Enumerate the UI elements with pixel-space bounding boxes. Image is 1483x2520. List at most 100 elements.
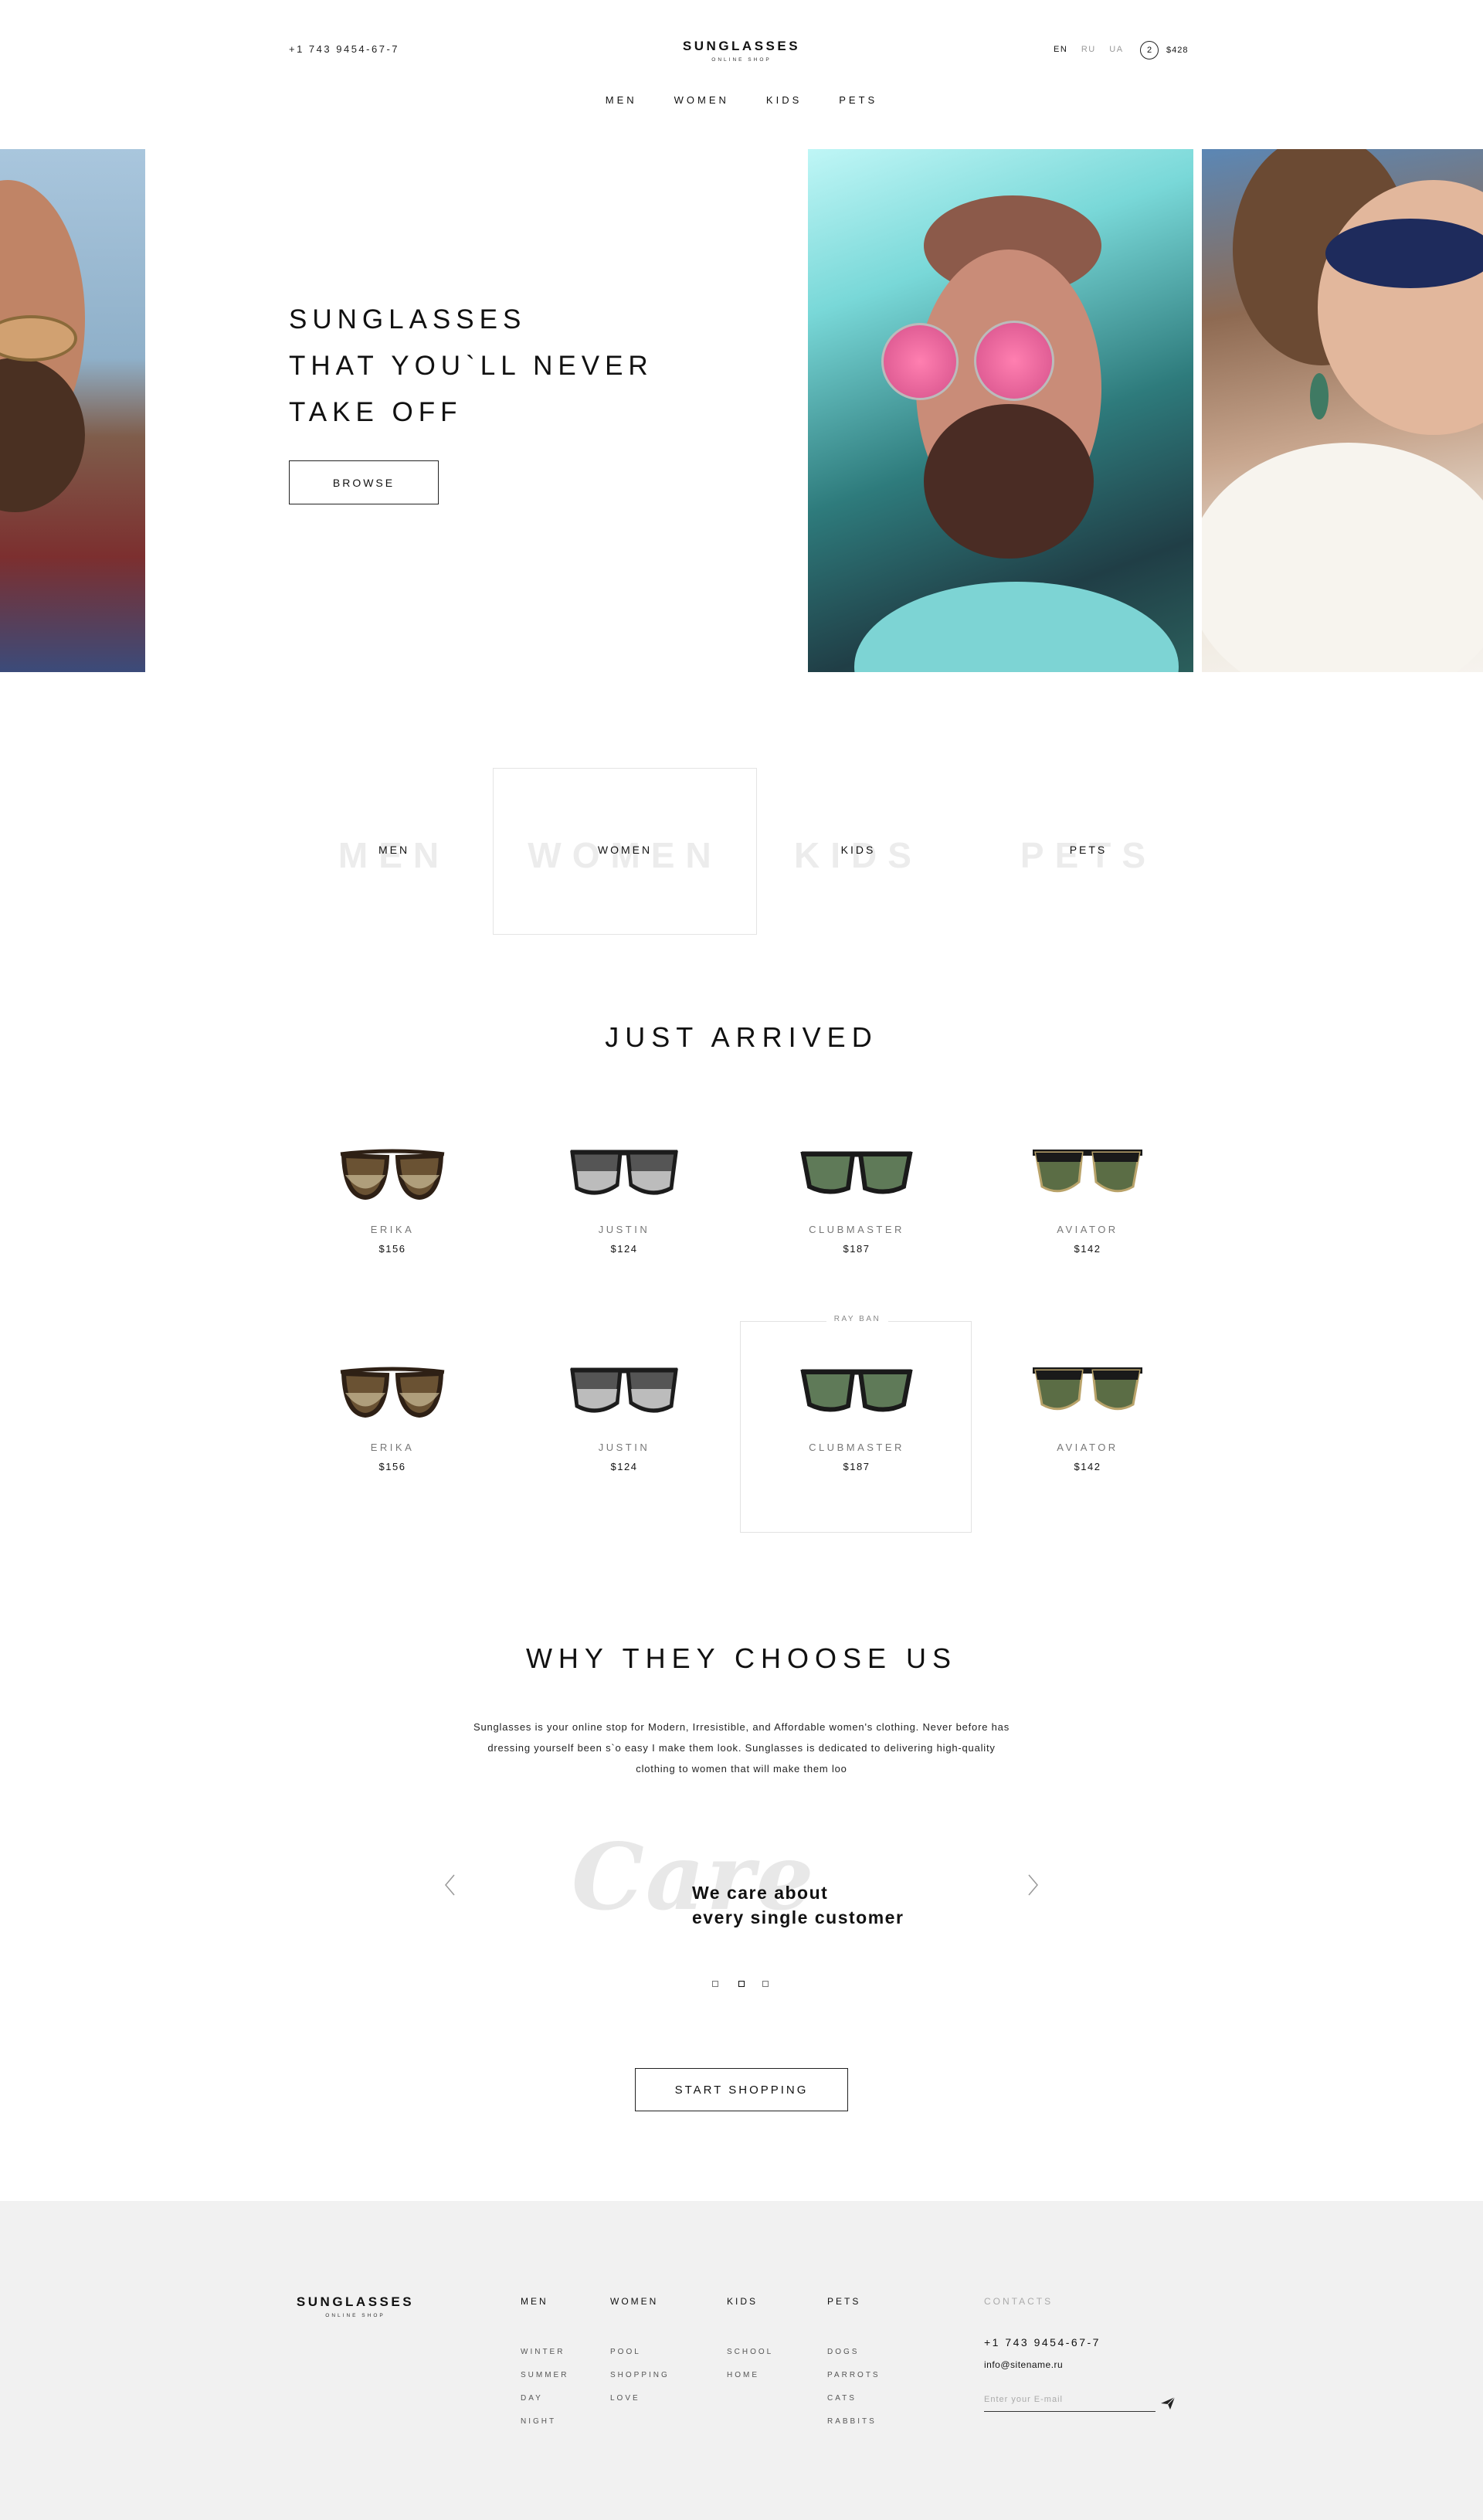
glasses-erika-icon xyxy=(340,1149,445,1201)
lang-en[interactable]: EN xyxy=(1054,45,1067,54)
hero-headline-line-3: TAKE OFF xyxy=(289,397,463,427)
why-description: Sunglasses is your online stop for Moder… xyxy=(473,1721,1010,1775)
category-men-label: MEN xyxy=(378,844,410,856)
product-card[interactable]: CLUBMASTER $187 xyxy=(756,1140,957,1341)
product-name: AVIATOR xyxy=(1057,1442,1118,1453)
site-logo[interactable]: SUNGLASSES ONLINE SHOP xyxy=(680,39,803,63)
glasses-erika-icon xyxy=(340,1367,445,1418)
footer-column-kids: KIDS SCHOOL HOME xyxy=(727,2296,773,2387)
product-price: $124 xyxy=(610,1461,638,1472)
footer-link[interactable]: SHOPPING xyxy=(610,2364,670,2387)
nav-women[interactable]: WOMEN xyxy=(674,94,729,106)
product-price: $142 xyxy=(1074,1243,1101,1255)
product-card[interactable]: JUSTIN $124 xyxy=(524,1358,725,1559)
product-price: $156 xyxy=(378,1461,406,1472)
footer-link[interactable]: DOGS xyxy=(827,2341,881,2364)
category-women-label: WOMEN xyxy=(597,844,653,856)
footer-column-title[interactable]: KIDS xyxy=(727,2296,773,2307)
slide-caption-line-1: We care about xyxy=(692,1883,829,1903)
product-name: JUSTIN xyxy=(598,1224,650,1235)
category-kids[interactable]: KIDS KIDS xyxy=(742,803,974,899)
product-card[interactable]: ERIKA $156 xyxy=(292,1358,493,1559)
product-price: $187 xyxy=(843,1243,870,1255)
product-price: $142 xyxy=(1074,1461,1101,1472)
why-title: WHY THEY CHOOSE US xyxy=(525,1642,958,1674)
footer-column-title[interactable]: PETS xyxy=(827,2296,881,2307)
product-card[interactable]: AVIATOR $142 xyxy=(987,1358,1188,1559)
newsletter-email-input[interactable] xyxy=(984,2387,1156,2412)
category-kids-label: KIDS xyxy=(840,844,876,856)
footer-column-women: WOMEN POOL SHOPPING LOVE xyxy=(610,2296,670,2410)
footer-column-title[interactable]: MEN xyxy=(521,2296,568,2307)
footer-link[interactable]: NIGHT xyxy=(521,2410,568,2433)
product-name: CLUBMASTER xyxy=(809,1442,904,1453)
browse-button[interactable]: BROWSE xyxy=(289,460,439,504)
product-name: CLUBMASTER xyxy=(809,1224,904,1235)
hero-headline-line-2: THAT YOU`LL NEVER xyxy=(289,351,653,381)
cart-button[interactable]: 2 $428 xyxy=(1140,41,1188,59)
logo-title: SUNGLASSES xyxy=(682,39,801,53)
footer-link[interactable]: DAY xyxy=(521,2387,568,2410)
category-pets[interactable]: PETS PETS xyxy=(972,803,1204,899)
footer-link[interactable]: RABBITS xyxy=(827,2410,881,2433)
product-card[interactable]: ERIKA $156 xyxy=(292,1140,493,1341)
category-women[interactable]: WOMEN WOMEN xyxy=(509,803,741,899)
slider-dot-2[interactable] xyxy=(738,1981,745,1987)
product-card-featured[interactable]: CLUBMASTER $187 xyxy=(756,1358,957,1559)
nav-pets[interactable]: PETS xyxy=(839,94,877,106)
logo-subtitle: ONLINE SHOP xyxy=(711,57,772,63)
slider-dot-3[interactable] xyxy=(762,1981,769,1987)
cart-count-badge: 2 xyxy=(1140,41,1159,59)
footer-link[interactable]: WINTER xyxy=(521,2341,568,2364)
product-price: $156 xyxy=(378,1243,406,1255)
footer-link[interactable]: SUMMER xyxy=(521,2364,568,2387)
footer-link[interactable]: LOVE xyxy=(610,2387,670,2410)
category-men[interactable]: MEN MEN xyxy=(278,803,510,899)
footer-email[interactable]: info@sitename.ru xyxy=(984,2359,1063,2370)
category-pets-label: PETS xyxy=(1069,844,1108,856)
product-name: ERIKA xyxy=(370,1442,415,1453)
glasses-clubmaster-icon xyxy=(800,1369,913,1412)
just-arrived-title: JUST ARRIVED xyxy=(605,1021,878,1053)
slider-dot-1[interactable] xyxy=(712,1981,718,1987)
footer-logo-subtitle: ONLINE SHOP xyxy=(325,2313,385,2318)
glasses-aviator-icon xyxy=(1033,1367,1142,1411)
slide-caption-line-2: every single customer xyxy=(692,1907,904,1927)
product-price: $187 xyxy=(843,1461,870,1472)
hero-photo-man-pink-sunglasses xyxy=(808,149,1193,672)
product-name: ERIKA xyxy=(370,1224,415,1235)
glasses-clubmaster-icon xyxy=(800,1151,913,1194)
footer-column-title[interactable]: WOMEN xyxy=(610,2296,670,2307)
footer-logo[interactable]: SUNGLASSES ONLINE SHOP xyxy=(294,2294,417,2318)
nav-men[interactable]: MEN xyxy=(606,94,637,106)
product-price: $124 xyxy=(610,1243,638,1255)
newsletter-send-button[interactable] xyxy=(1160,2396,1177,2412)
lang-ru[interactable]: RU xyxy=(1081,45,1096,54)
footer-link[interactable]: HOME xyxy=(727,2364,773,2387)
footer-column-pets: PETS DOGS PARROTS CATS RABBITS xyxy=(827,2296,881,2433)
footer-link[interactable]: SCHOOL xyxy=(727,2341,773,2364)
header-phone[interactable]: +1 743 9454-67-7 xyxy=(289,43,399,55)
hero-headline: SUNGLASSES THAT YOU`LL NEVER TAKE OFF xyxy=(289,297,752,436)
slider-prev-button[interactable] xyxy=(440,1870,459,1900)
start-shopping-button[interactable]: START SHOPPING xyxy=(635,2068,848,2111)
main-nav: MEN WOMEN KIDS PETS xyxy=(0,94,1483,106)
chevron-right-icon xyxy=(1028,1874,1038,1896)
footer-link[interactable]: PARROTS xyxy=(827,2364,881,2387)
product-card[interactable]: JUSTIN $124 xyxy=(524,1140,725,1341)
footer-logo-title: SUNGLASSES xyxy=(296,2294,415,2309)
footer-link[interactable]: CATS xyxy=(827,2387,881,2410)
cart-total: $428 xyxy=(1166,46,1189,55)
footer-contacts-title: CONTACTS xyxy=(984,2296,1054,2307)
hero-headline-line-1: SUNGLASSES xyxy=(289,304,527,335)
chevron-left-icon xyxy=(445,1874,455,1896)
product-card[interactable]: AVIATOR $142 xyxy=(987,1140,1188,1341)
slider-next-button[interactable] xyxy=(1024,1870,1043,1900)
product-name: JUSTIN xyxy=(598,1442,650,1453)
lang-ua[interactable]: UA xyxy=(1109,45,1123,54)
nav-kids[interactable]: KIDS xyxy=(766,94,802,106)
footer-link[interactable]: POOL xyxy=(610,2341,670,2364)
product-name: AVIATOR xyxy=(1057,1224,1118,1235)
slide-caption: We care about every single customer xyxy=(692,1880,904,1930)
footer-phone[interactable]: +1 743 9454-67-7 xyxy=(984,2336,1101,2348)
